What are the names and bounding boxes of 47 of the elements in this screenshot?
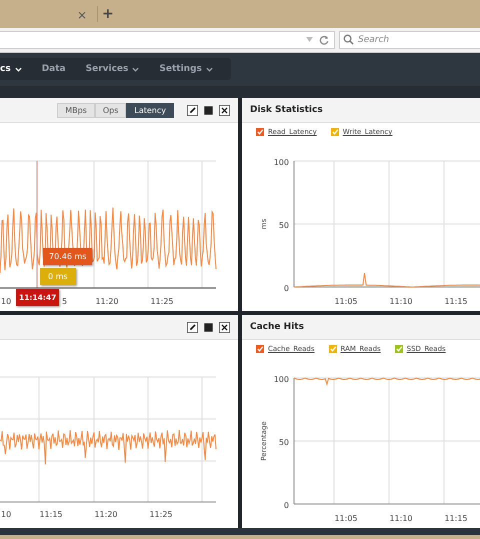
nav-menu-item[interactable]: Settings <box>159 64 213 74</box>
axis-tick-label: 11:25 <box>149 510 173 520</box>
panel-title: Cache Hits <box>250 322 304 332</box>
axis-tick-label: 11:15 <box>444 297 468 306</box>
new-tab-button[interactable]: + <box>97 6 114 22</box>
axis-tick-label: 11:15 <box>39 510 63 520</box>
axis-tick-label: 0 <box>284 501 289 510</box>
metric-tab[interactable]: MBps <box>57 102 95 118</box>
axis-tick-label: 11:20 <box>94 510 118 520</box>
axis-tick-label: 100 <box>274 158 289 168</box>
axis-tick-label: 11:25 <box>150 297 174 306</box>
legend-checkbox[interactable] <box>330 128 339 136</box>
panel-title: Disk Statistics <box>250 105 323 116</box>
axis-tick-label: 5 <box>62 297 68 306</box>
metric-tab[interactable]: Ops <box>94 102 126 118</box>
metric-tab[interactable]: Latency <box>126 102 174 118</box>
axis-tick-label: 11:05 <box>334 297 358 306</box>
axis-tick-label: 0 <box>284 284 289 294</box>
axis-tick-label: 11:10 <box>389 297 413 306</box>
search-icon <box>343 34 354 45</box>
axis-tick-label: 10 <box>1 510 12 520</box>
close-icon[interactable] <box>219 104 230 116</box>
axis-tick-label: 50 <box>278 221 289 230</box>
reload-icon[interactable] <box>319 34 329 45</box>
maximize-icon[interactable] <box>203 104 214 116</box>
search-field[interactable]: Search <box>339 30 480 49</box>
value-tooltip: 0 ms <box>40 268 76 286</box>
maximize-icon[interactable] <box>203 322 214 333</box>
legend-checkbox[interactable] <box>394 345 403 354</box>
nav-menu-item[interactable]: Services <box>86 64 140 74</box>
axis-tick-label: 11:10 <box>389 514 413 524</box>
close-icon[interactable] <box>219 322 230 333</box>
edit-icon[interactable] <box>187 104 198 116</box>
close-tab-button[interactable]: × <box>77 8 88 22</box>
legend-checkbox[interactable] <box>328 345 337 354</box>
legend-checkbox[interactable] <box>256 128 264 136</box>
nav-menu-item[interactable]: cs <box>0 64 22 74</box>
axis-tick-label: 11:05 <box>334 514 358 524</box>
nav-menu-item[interactable]: Data <box>42 64 66 74</box>
axis-tick-label: 11:20 <box>95 297 119 306</box>
axis-tick-label: 100 <box>274 375 289 384</box>
edit-icon[interactable] <box>187 322 198 333</box>
legend-checkbox[interactable] <box>256 345 264 354</box>
axis-tick-label: 11:15 <box>444 514 468 524</box>
value-tooltip: 70.46 ms <box>43 248 92 266</box>
axis-tick-label: 50 <box>278 438 289 448</box>
axis-tick-label: 10 <box>1 297 12 306</box>
